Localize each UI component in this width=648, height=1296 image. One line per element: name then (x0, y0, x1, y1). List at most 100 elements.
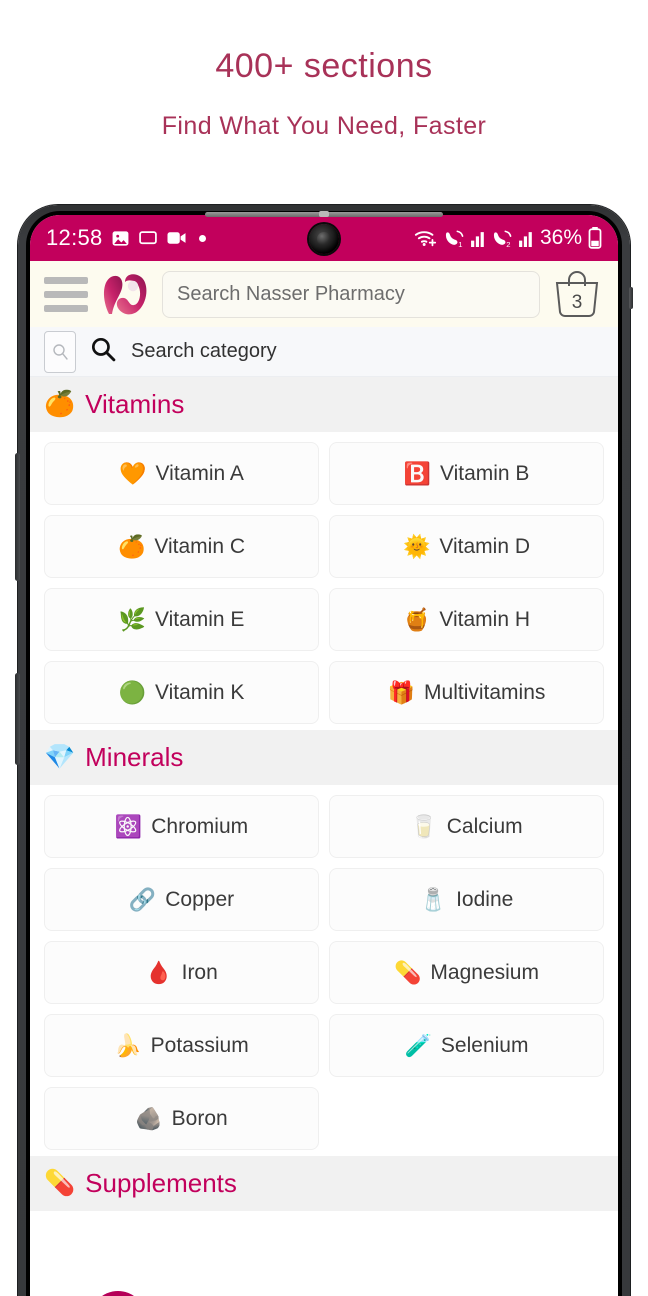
list-item[interactable]: 🪨 Boron (44, 1087, 319, 1150)
list-item[interactable]: 🥛 Calcium (329, 795, 604, 858)
recording-dot-icon (198, 234, 206, 242)
item-label: Selenium (440, 1033, 529, 1057)
wifi-icon (414, 228, 438, 248)
proximity-sensor-icon (319, 211, 329, 217)
section-title-minerals: Minerals (85, 742, 184, 772)
item-label: Iron (181, 960, 218, 984)
item-emoji: 🥛 (410, 813, 438, 839)
search-input[interactable]: Search Nasser Pharmacy (162, 270, 540, 318)
list-item[interactable]: 🌿 Vitamin E (44, 588, 319, 651)
section-header-vitamins: 🍊 Vitamins (30, 377, 618, 432)
video-camera-icon (166, 229, 187, 247)
image-icon (111, 229, 130, 248)
app-bar: Search Nasser Pharmacy 3 (30, 261, 618, 327)
category-list[interactable]: 🍊 Vitamins 🧡 Vitamin A 🅱️ Vitamin B 🍊 Vi… (30, 377, 618, 1296)
item-emoji: 🍯 (402, 606, 431, 632)
item-emoji: ⚛️ (114, 813, 143, 839)
list-item[interactable]: 💊 Magnesium (329, 941, 604, 1004)
section-emoji-vitamins: 🍊 (44, 390, 76, 418)
right-side-button[interactable] (629, 287, 633, 309)
menu-icon[interactable] (44, 276, 88, 312)
list-item[interactable]: 🧡 Vitamin A (44, 442, 319, 505)
menu-line-3 (44, 304, 88, 312)
status-bar: 12:58 1 2 36% (30, 215, 618, 261)
item-emoji: 🧡 (119, 460, 147, 486)
list-item[interactable]: 🍯 Vitamin H (329, 588, 604, 651)
category-search-box-icon[interactable] (44, 330, 76, 373)
list-item[interactable]: 🅱️ Vitamin B (329, 442, 604, 505)
grid-vitamins: 🧡 Vitamin A 🅱️ Vitamin B 🍊 Vitamin C 🌞 V… (30, 432, 618, 730)
svg-text:2: 2 (506, 240, 510, 248)
grid-minerals: ⚛️ Chromium 🥛 Calcium 🔗 Copper 🧂 Iodine … (30, 785, 618, 1156)
list-item[interactable]: 🌞 Vitamin D (329, 515, 604, 578)
promo-screenshot: 400+ sections Find What You Need, Faster… (0, 0, 648, 1296)
item-label: Magnesium (430, 960, 539, 984)
item-label: Vitamin H (439, 607, 531, 631)
section-emoji-supplements: 💊 (44, 1169, 76, 1197)
menu-line-1 (44, 276, 88, 284)
section-emoji-minerals: 💎 (44, 743, 76, 771)
svg-text:1: 1 (458, 240, 462, 248)
status-bar-left: 12:58 (46, 225, 206, 251)
screen-cast-icon (138, 229, 158, 248)
call-sim2-icon: 2 (492, 229, 513, 248)
status-clock: 12:58 (46, 225, 103, 250)
item-label: Vitamin C (154, 534, 246, 558)
signal-sim2-icon (519, 230, 534, 247)
item-label: Boron (171, 1106, 228, 1130)
phone-mockup: 12:58 1 2 36% Search Nasser Pharmacy 3 S… (15, 205, 633, 1296)
list-item[interactable]: 🔗 Copper (44, 868, 319, 931)
item-emoji: 🔗 (128, 886, 157, 912)
volume-button[interactable] (15, 453, 20, 581)
battery-percentage: 36% (539, 226, 582, 249)
page-subtitle: Find What You Need, Faster (161, 112, 487, 141)
item-emoji: 🪨 (135, 1105, 163, 1131)
item-emoji: 🎁 (387, 679, 416, 705)
item-label: Calcium (446, 814, 523, 838)
list-item[interactable]: 🟢 Vitamin K (44, 661, 319, 724)
item-emoji: 🍊 (117, 533, 146, 559)
power-button[interactable] (15, 673, 20, 765)
item-label: Chromium (151, 814, 249, 838)
item-label: Vitamin K (154, 680, 245, 704)
item-emoji: 🅱️ (403, 460, 431, 486)
item-emoji: 🍌 (114, 1032, 142, 1058)
pharmacy-logo-icon[interactable] (98, 270, 152, 318)
signal-sim1-icon (471, 230, 486, 247)
item-label: Copper (165, 887, 235, 911)
item-label: Vitamin D (439, 534, 531, 558)
list-item[interactable]: 🍌 Potassium (44, 1014, 319, 1077)
item-label: Vitamin A (155, 461, 244, 485)
list-item[interactable]: ⚛️ Chromium (44, 795, 319, 858)
list-item[interactable]: 🩸 Iron (44, 941, 319, 1004)
search-icon[interactable] (90, 336, 117, 368)
item-emoji: 💊 (394, 959, 422, 985)
item-label: Multivitamins (424, 680, 546, 704)
page-title: 400+ sections (215, 47, 433, 85)
list-item[interactable]: 🧪 Selenium (329, 1014, 604, 1077)
item-emoji: 🧂 (419, 886, 448, 912)
status-bar-right: 1 2 36% (414, 226, 602, 250)
item-emoji: 🩸 (145, 959, 173, 985)
search-placeholder-text: Search Nasser Pharmacy (177, 282, 405, 305)
item-label: Vitamin E (154, 607, 245, 631)
item-emoji: 🧪 (404, 1032, 432, 1058)
category-search-label: Search category (131, 340, 277, 362)
item-label: Potassium (150, 1033, 249, 1057)
phone-screen: 12:58 1 2 36% Search Nasser Pharmacy 3 S… (30, 215, 618, 1296)
item-label: Vitamin B (439, 461, 530, 485)
item-label: Iodine (456, 887, 514, 911)
list-item[interactable]: 🍊 Vitamin C (44, 515, 319, 578)
phone-bezel: 12:58 1 2 36% Search Nasser Pharmacy 3 S… (26, 211, 622, 1296)
list-item[interactable]: 🎁 Multivitamins (329, 661, 604, 724)
cart-count-badge: 3 (571, 292, 583, 313)
item-emoji: 🟢 (118, 679, 146, 705)
section-header-minerals: 💎 Minerals (30, 730, 618, 785)
call-sim1-icon: 1 (444, 229, 465, 248)
section-title-supplements: Supplements (85, 1168, 237, 1198)
front-camera-punch-hole (309, 224, 339, 254)
cart-button[interactable]: 3 (550, 268, 604, 320)
list-item[interactable]: 🧂 Iodine (329, 868, 604, 931)
category-search-bar[interactable]: Search category (30, 327, 618, 377)
section-title-vitamins: Vitamins (85, 389, 185, 419)
